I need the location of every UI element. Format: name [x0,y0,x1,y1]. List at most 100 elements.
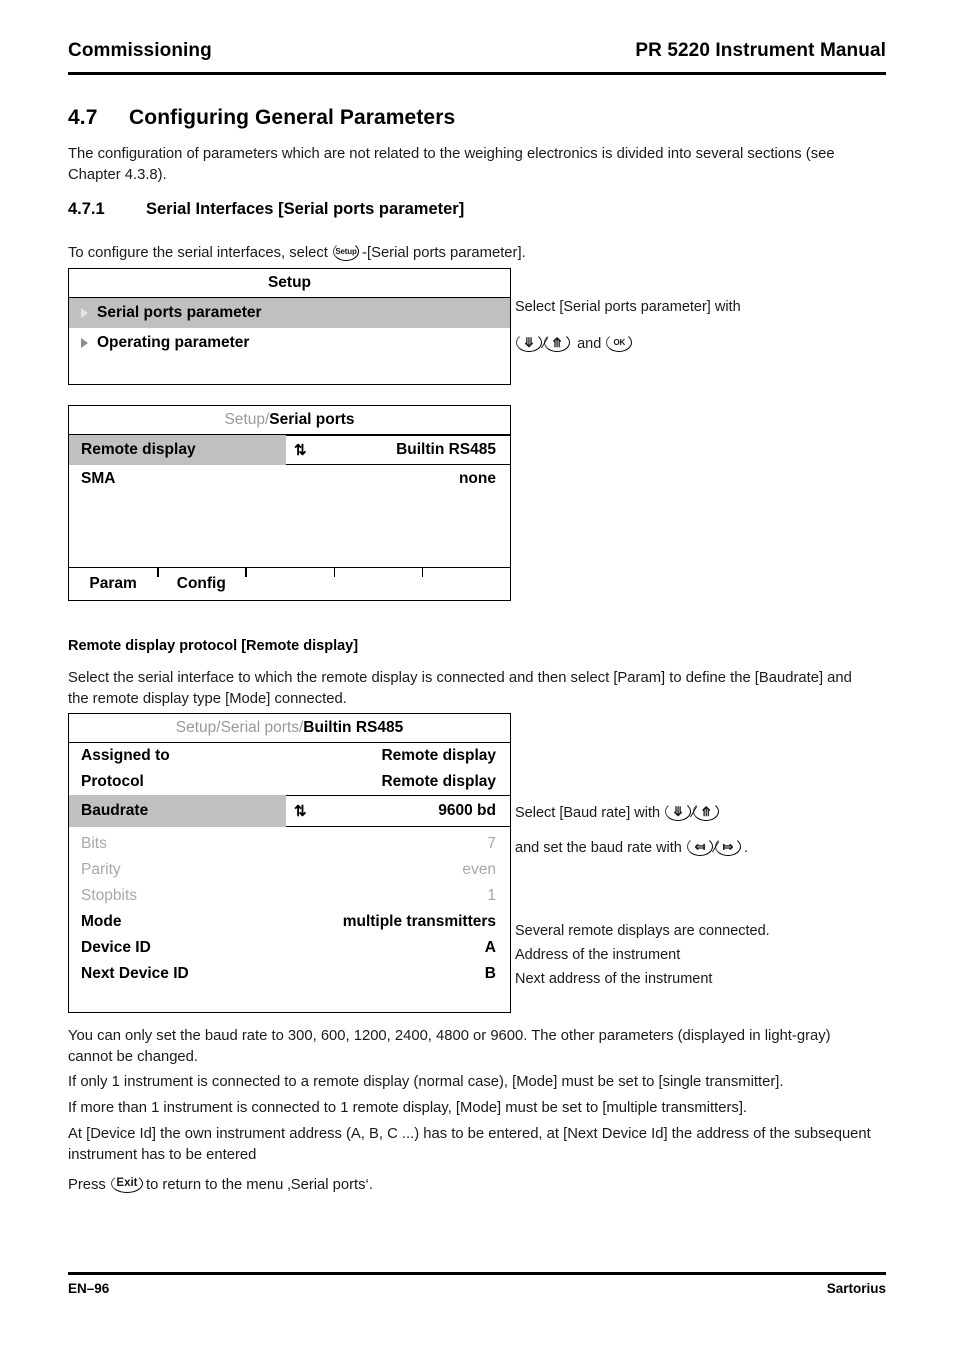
up-arrow-key-icon: ⤊ [544,333,572,353]
sidebar-item-serial-ports-parameter[interactable]: Serial ports parameter [69,298,510,328]
ok-key-label: OK [613,337,626,347]
press-text-before: Press [68,1177,106,1193]
section-intro-text: The configuration of parameters which ar… [68,146,835,183]
softkey-param[interactable]: Param [69,568,157,600]
annotation-line-select: Select [Serial ports parameter] with [515,299,741,315]
table-row-protocol[interactable]: Protocol Remote display [69,769,510,795]
row-label: Parity [81,861,121,878]
menu-item-label: Operating parameter [97,334,250,351]
row-value: Builtin RS485 [396,441,496,458]
panel-empty-space [69,987,510,1012]
up-down-arrow-icon: ⇅ [294,441,307,459]
row-value-cell[interactable]: ⇅ Builtin RS485 [286,435,510,465]
remote-display-body: Select the serial interface to which the… [68,670,852,707]
annotation-and-word: and [577,336,602,352]
right-arrow-key-icon: ⤇ [714,837,743,857]
manual-page: Commissioning PR 5220 Instrument Manual … [0,0,954,1350]
sidebar-item-operating-parameter[interactable]: Operating parameter [69,328,510,358]
running-head: Commissioning PR 5220 Instrument Manual [68,40,886,62]
exit-key-label: Exit [116,1176,138,1189]
next-device-note: Next address of the instrument [515,971,713,987]
left-arrow-glyph: ⤆ [694,839,706,854]
lead-text-before: To configure the serial interfaces, sele… [68,245,328,261]
up-arrow-glyph: ⤊ [551,335,563,350]
setup-panel-title: Setup [69,269,510,298]
serial-ports-panel-title: Setup/Serial ports [69,406,510,435]
lead-text-after: -[Serial ports parameter]. [362,245,526,261]
table-row-sma[interactable]: SMA none [69,465,510,493]
row-value: A [484,939,496,956]
table-row-stopbits: Stopbits 1 [69,883,510,909]
panel-empty-space [69,493,510,567]
row-label: Mode [81,913,122,930]
baud-select-line: Select [Baud rate] with ⤋ / ⤊ [515,802,935,825]
header-rule [68,72,886,75]
running-head-left: Commissioning [68,40,212,61]
row-label: Next Device ID [81,965,189,982]
breadcrumb-parent: Setup/ [224,411,270,428]
section-heading: 4.7 Configuring General Parameters [68,106,886,130]
setup-key-icon: Setup [333,242,361,262]
table-row-baudrate[interactable]: Baudrate ⇅ 9600 bd [69,795,510,827]
breadcrumb-parent: Setup/Serial ports/ [175,719,304,736]
note-device-id: At [Device Id] the own instrument addres… [68,1126,871,1163]
down-arrow-glyph: ⤋ [672,804,684,819]
table-row-next-device-id[interactable]: Next Device ID B [69,961,510,987]
setup-panel-annotation: Select [Serial ports parameter] with ⤋ /… [515,296,915,356]
footer-rule [68,1272,886,1275]
exit-key-icon: Exit [110,1174,145,1194]
table-row-remote-display[interactable]: Remote display ⇅ Builtin RS485 [69,435,510,465]
row-value: Remote display [381,773,496,790]
row-value: 1 [487,887,496,904]
table-row-mode[interactable]: Mode multiple transmitters [69,909,510,935]
chevron-right-icon [81,338,88,348]
breadcrumb-current: Builtin RS485 [303,719,404,736]
note-press-exit: Press Exit to return to the menu ‚Serial… [68,1174,868,1196]
row-value: none [458,470,496,487]
subsection-heading: 4.7.1 Serial Interfaces [Serial ports par… [68,200,886,219]
remote-display-heading: Remote display protocol [Remote display] [68,638,359,654]
subsection-number: 4.7.1 [68,200,105,218]
row-label: Baudrate [69,795,286,827]
note-multiple-transmitters: If more than 1 instrument is connected t… [68,1100,748,1116]
baud-set-text: and set the baud rate with [515,840,682,856]
table-row-device-id[interactable]: Device ID A [69,935,510,961]
annotation-keys-row: ⤋ / ⤊ and OK [515,333,915,356]
row-value-cell[interactable]: ⇅ 9600 bd [286,795,510,827]
softkey-3[interactable] [245,568,333,600]
running-head-right: PR 5220 Instrument Manual [635,40,886,61]
row-label: Protocol [81,773,144,790]
softkey-5[interactable] [421,568,510,600]
section-number: 4.7 [68,106,98,129]
soft-key-bar: Param Config [69,567,510,600]
row-label: Bits [81,835,107,852]
down-arrow-glyph: ⤋ [523,335,535,350]
menu-item-label: Serial ports parameter [97,304,262,321]
row-label: SMA [81,470,116,487]
press-text-after: to return to the menu ‚Serial ports‘. [145,1177,373,1193]
row-value: multiple transmitters [342,913,496,930]
builtin-rs485-panel: Setup/Serial ports/Builtin RS485 Assigne… [68,713,511,1013]
page-footer: EN–96 Sartorius [68,1281,886,1296]
baud-select-text: Select [Baud rate] with [515,805,661,821]
page-number: EN–96 [68,1281,110,1296]
softkey-4[interactable] [333,568,422,600]
table-row-assigned-to[interactable]: Assigned to Remote display [69,743,510,769]
right-arrow-glyph: ⤇ [722,839,734,854]
setup-key-label: Setup [335,246,357,256]
chevron-right-icon [81,308,88,318]
row-value: B [484,965,496,982]
mode-note: Several remote displays are connected. [515,923,770,939]
mode-device-annotation: Several remote displays are connected. A… [515,919,935,991]
setup-menu-panel: Setup Serial ports parameter Operating p… [68,268,511,385]
softkey-config[interactable]: Config [157,568,245,600]
row-label: Stopbits [81,887,138,904]
breadcrumb-current: Serial ports [269,411,355,428]
ok-key-icon: OK [606,333,634,353]
row-value: 7 [487,835,496,852]
baud-set-period: . [743,840,748,856]
serial-ports-panel: Setup/Serial ports Remote display ⇅ Buil… [68,405,511,601]
baudrate-annotation: Select [Baud rate] with ⤋ / ⤊ and set th… [515,802,935,860]
note-single-transmitter: If only 1 instrument is connected to a r… [68,1074,784,1090]
table-row-parity: Parity even [69,857,510,883]
